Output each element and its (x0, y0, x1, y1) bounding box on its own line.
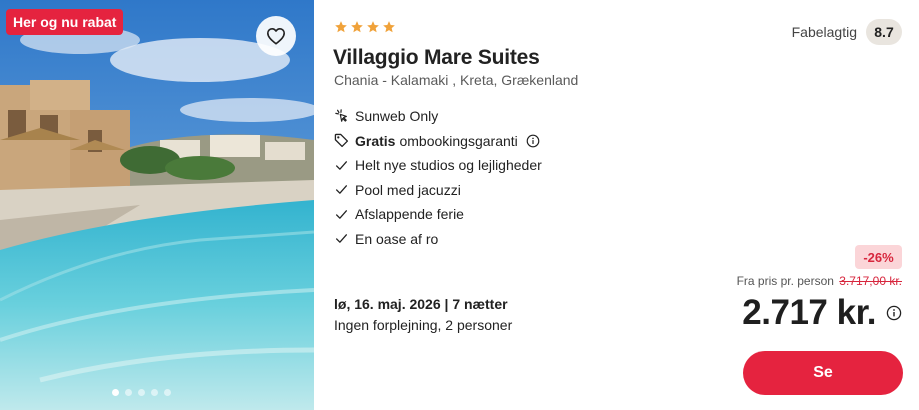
rating-label: Fabelagtig (791, 24, 857, 40)
feature-item: En oase af ro (334, 227, 542, 252)
from-price-label: Fra pris pr. person (736, 274, 834, 288)
carousel-dot[interactable] (112, 389, 119, 396)
discount-label-badge: Her og nu rabat (6, 9, 124, 35)
feature-label: ombookingsgaranti (399, 132, 518, 149)
trip-board: Ingen forplejning, 2 personer (334, 317, 513, 333)
feature-item: Pool med jacuzzi (334, 178, 542, 203)
heart-outline-icon (267, 27, 285, 45)
hotel-name[interactable]: Villaggio Mare Suites (333, 46, 540, 70)
checkmark-icon (334, 182, 349, 197)
sunweb-sparkle-icon (334, 109, 349, 124)
hotel-card[interactable]: Her og nu rabat Villaggio Mare Suites Ch… (0, 0, 919, 410)
rating-score-badge: 8.7 (866, 19, 902, 45)
feature-label: Afslappende ferie (355, 206, 464, 223)
discount-badge: -26% (855, 245, 902, 269)
feature-label-bold: Gratis (355, 132, 396, 149)
see-offer-button[interactable]: Se (743, 351, 903, 395)
price-row: 2.717 kr. (742, 293, 902, 333)
star-rating (334, 20, 396, 34)
star-icon (335, 21, 347, 33)
star-icon (367, 21, 379, 33)
info-icon[interactable] (526, 134, 540, 148)
favorite-button[interactable] (256, 16, 296, 56)
tag-icon (334, 133, 349, 148)
carousel-dots[interactable] (112, 389, 171, 396)
old-price: 3.717,00 kr. (839, 274, 902, 288)
feature-label: Sunweb Only (355, 108, 439, 125)
hotel-photo[interactable]: Her og nu rabat (0, 0, 314, 410)
star-icon (351, 21, 363, 33)
trip-date: lø, 16. maj. 2026 | 7 nætter (334, 296, 508, 312)
checkmark-icon (334, 231, 349, 246)
feature-sunweb-only: Sunweb Only (334, 104, 542, 129)
feature-gratis-ombooking: Gratis ombookingsgaranti (334, 129, 542, 154)
feature-label: En oase af ro (355, 230, 439, 247)
pool-image (0, 0, 314, 410)
feature-label: Helt nye studios og lejligheder (355, 157, 542, 174)
star-icon (383, 21, 395, 33)
feature-item: Afslappende ferie (334, 202, 542, 227)
carousel-dot[interactable] (164, 389, 171, 396)
checkmark-icon (334, 158, 349, 173)
current-price: 2.717 kr. (742, 293, 876, 332)
feature-list: Sunweb Only Gratis ombookingsgaranti Hel… (334, 104, 542, 251)
checkmark-icon (334, 207, 349, 222)
carousel-dot[interactable] (125, 389, 132, 396)
feature-label: Pool med jacuzzi (355, 181, 461, 198)
from-price-row: Fra pris pr. person 3.717,00 kr. (737, 274, 902, 288)
feature-item: Helt nye studios og lejligheder (334, 153, 542, 178)
hotel-location: Chania - Kalamaki , Kreta, Grækenland (334, 72, 579, 88)
carousel-dot[interactable] (151, 389, 158, 396)
price-info-icon[interactable] (886, 305, 902, 321)
carousel-dot[interactable] (138, 389, 145, 396)
